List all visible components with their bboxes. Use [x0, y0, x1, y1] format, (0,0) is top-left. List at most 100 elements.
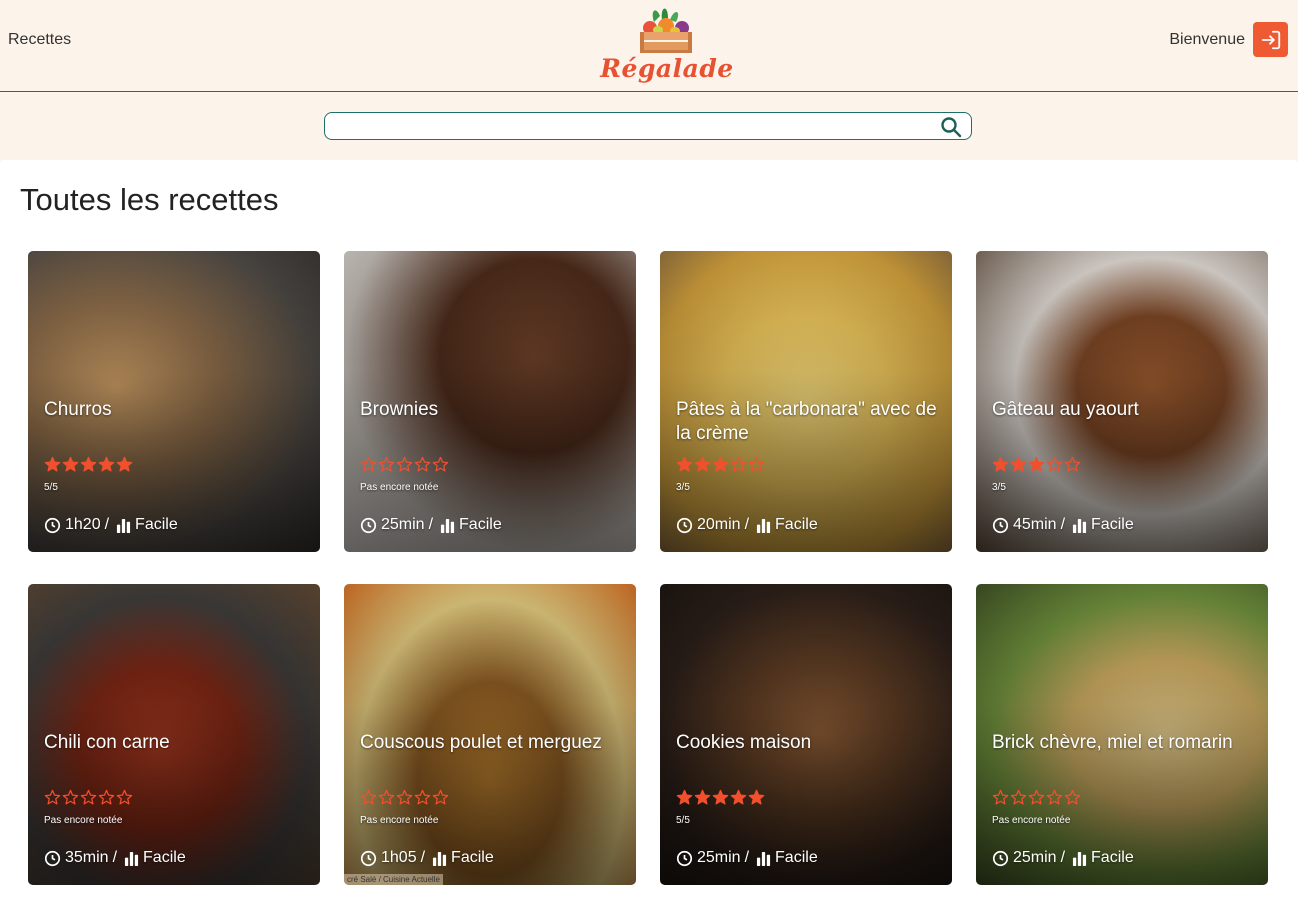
recipe-card[interactable]: Brick chèvre, miel et romarin Pas encore… — [976, 584, 1268, 885]
recipe-difficulty: Facile — [1091, 516, 1134, 533]
star-empty-icon — [378, 789, 395, 805]
page-title: Toutes les recettes — [20, 182, 279, 217]
star-filled-icon — [676, 456, 693, 472]
recipe-card[interactable]: Pâtes à la "carbonara" avec de la crème … — [660, 251, 952, 552]
clock-icon — [676, 517, 693, 533]
star-filled-icon — [694, 456, 711, 472]
recipe-difficulty: Facile — [775, 849, 818, 866]
bar-chart-icon — [756, 518, 771, 533]
login-icon — [1261, 30, 1280, 49]
star-empty-icon — [730, 456, 747, 472]
meta-separator: / — [744, 849, 750, 866]
main-content: Toutes les recettes Churros 5/5 1h20 / F… — [0, 160, 1298, 903]
star-filled-icon — [712, 789, 729, 805]
star-empty-icon — [360, 456, 377, 472]
meta-separator: / — [104, 516, 110, 533]
recipe-card[interactable]: Couscous poulet et merguez Pas encore no… — [344, 584, 636, 885]
bar-chart-icon — [124, 851, 139, 866]
rating-text: Pas encore notée — [44, 815, 123, 826]
recipe-card[interactable]: Brownies Pas encore notée 25min / Facile — [344, 251, 636, 552]
star-empty-icon — [396, 456, 413, 472]
recipe-meta: 20min / Facile — [676, 515, 818, 535]
recipe-title: Churros — [44, 399, 112, 420]
recipe-title: Chili con carne — [44, 732, 170, 753]
search-bar — [324, 112, 972, 140]
star-filled-icon — [116, 456, 133, 472]
recipe-meta: 25min / Facile — [676, 848, 818, 868]
bar-chart-icon — [1072, 851, 1087, 866]
star-empty-icon — [1028, 789, 1045, 805]
recipe-meta: 1h05 / Facile — [360, 848, 494, 868]
recipe-card[interactable]: Chili con carne Pas encore notée 35min /… — [28, 584, 320, 885]
star-empty-icon — [378, 456, 395, 472]
rating-stars — [992, 789, 1081, 809]
clock-icon — [44, 850, 61, 866]
star-empty-icon — [432, 789, 449, 805]
bar-chart-icon — [432, 851, 447, 866]
photo-credit: cré Salé / Cuisine Actuelle — [344, 874, 443, 885]
recipe-meta: 25min / Facile — [360, 515, 502, 535]
rating-stars — [360, 789, 449, 809]
welcome-text: Bienvenue — [1169, 31, 1245, 48]
recipe-title: Gâteau au yaourt — [992, 399, 1139, 420]
star-empty-icon — [116, 789, 133, 805]
recipe-difficulty: Facile — [459, 516, 502, 533]
star-empty-icon — [1010, 789, 1027, 805]
recipe-duration: 25min — [381, 516, 425, 533]
star-filled-icon — [62, 456, 79, 472]
clock-icon — [44, 517, 61, 533]
recipe-card[interactable]: Gâteau au yaourt 3/5 45min / Facile — [976, 251, 1268, 552]
meta-separator: / — [1060, 849, 1066, 866]
star-empty-icon — [80, 789, 97, 805]
meta-separator: / — [420, 849, 426, 866]
clock-icon — [992, 850, 1009, 866]
star-filled-icon — [1028, 456, 1045, 472]
recipe-difficulty: Facile — [143, 849, 186, 866]
nav-recipes-link[interactable]: Recettes — [8, 31, 71, 49]
clock-icon — [360, 517, 377, 533]
recipe-card[interactable]: Cookies maison 5/5 25min / Facile — [660, 584, 952, 885]
bar-chart-icon — [1072, 518, 1087, 533]
recipe-duration: 45min — [1013, 516, 1057, 533]
recipe-difficulty: Facile — [1091, 849, 1134, 866]
rating-stars — [676, 789, 765, 809]
star-empty-icon — [414, 456, 431, 472]
search-icon[interactable] — [939, 115, 963, 139]
logo[interactable]: Régalade — [600, 4, 734, 86]
rating-text: 3/5 — [992, 482, 1006, 493]
star-filled-icon — [730, 789, 747, 805]
recipe-meta: 45min / Facile — [992, 515, 1134, 535]
rating-text: 5/5 — [44, 482, 58, 493]
recipe-meta: 1h20 / Facile — [44, 515, 178, 535]
star-empty-icon — [62, 789, 79, 805]
star-empty-icon — [748, 456, 765, 472]
recipe-title: Brownies — [360, 399, 439, 420]
rating-stars — [992, 456, 1081, 476]
login-button[interactable] — [1253, 22, 1288, 57]
star-filled-icon — [748, 789, 765, 805]
recipe-difficulty: Facile — [135, 516, 178, 533]
meta-separator: / — [428, 516, 434, 533]
recipe-difficulty: Facile — [775, 516, 818, 533]
rating-stars — [44, 789, 133, 809]
star-filled-icon — [44, 456, 61, 472]
star-empty-icon — [1064, 789, 1081, 805]
meta-separator: / — [112, 849, 118, 866]
star-filled-icon — [80, 456, 97, 472]
star-filled-icon — [712, 456, 729, 472]
star-empty-icon — [432, 456, 449, 472]
star-empty-icon — [396, 789, 413, 805]
bar-chart-icon — [116, 518, 131, 533]
rating-text: 5/5 — [676, 815, 690, 826]
recipe-difficulty: Facile — [451, 849, 494, 866]
clock-icon — [676, 850, 693, 866]
star-filled-icon — [1010, 456, 1027, 472]
vegetable-crate-icon — [640, 8, 692, 53]
rating-text: Pas encore notée — [360, 482, 439, 493]
bar-chart-icon — [440, 518, 455, 533]
star-empty-icon — [44, 789, 61, 805]
search-input[interactable] — [333, 116, 933, 136]
recipe-title: Couscous poulet et merguez — [360, 732, 602, 753]
recipe-duration: 20min — [697, 516, 741, 533]
recipe-card[interactable]: Churros 5/5 1h20 / Facile — [28, 251, 320, 552]
